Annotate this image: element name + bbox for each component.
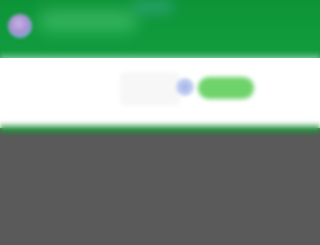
go-button[interactable] [198, 77, 254, 99]
header-bar [0, 0, 320, 58]
page [0, 0, 320, 245]
header-highlight [38, 10, 138, 32]
bar-bottom-edge [0, 122, 320, 136]
header-highlight-secondary [132, 0, 174, 14]
search-icon[interactable] [176, 78, 194, 96]
content-area [0, 136, 320, 245]
search-input[interactable] [120, 72, 180, 106]
app-logo-icon[interactable] [8, 14, 32, 38]
